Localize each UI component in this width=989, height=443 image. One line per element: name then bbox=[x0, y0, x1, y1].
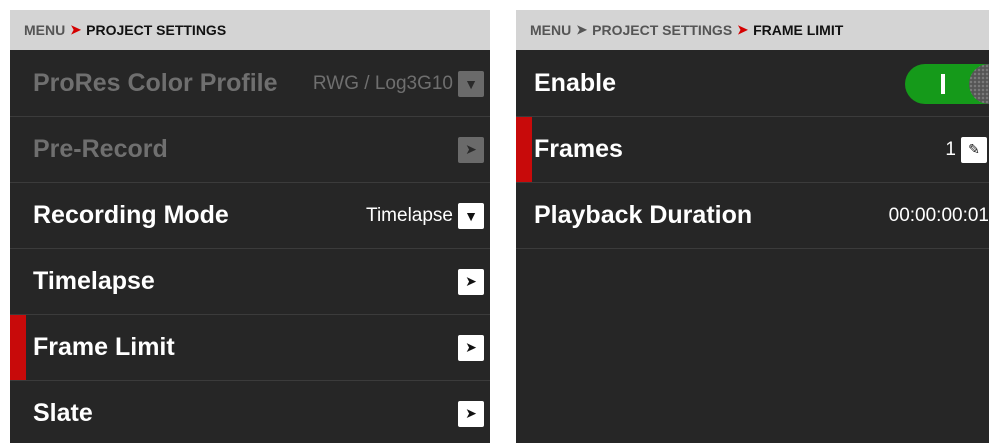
chevron-right-icon[interactable]: ➤ bbox=[458, 136, 484, 163]
breadcrumb: MENU ➤ PROJECT SETTINGS ➤ FRAME LIMIT bbox=[516, 10, 989, 50]
selection-indicator bbox=[516, 117, 532, 182]
frame-limit-panel: MENU ➤ PROJECT SETTINGS ➤ FRAME LIMIT En… bbox=[516, 10, 989, 443]
playback-duration-value: 00:00:00:01 bbox=[888, 204, 989, 226]
breadcrumb-menu[interactable]: MENU bbox=[530, 22, 571, 38]
menu-item-value: RWG / Log3G10 bbox=[312, 72, 453, 94]
breadcrumb-arrow-icon: ➤ bbox=[70, 22, 82, 37]
menu-item-pre-record[interactable]: Pre-Record ➤ bbox=[10, 117, 490, 183]
breadcrumb-arrow-icon: ➤ bbox=[576, 22, 588, 37]
frames-value: 1 bbox=[945, 138, 956, 160]
project-settings-panel: MENU ➤ PROJECT SETTINGS ProRes Color Pro… bbox=[10, 10, 490, 443]
menu-item-label: Pre-Record bbox=[33, 135, 168, 163]
pencil-icon[interactable]: ✎ bbox=[961, 136, 987, 163]
menu-item-label: Slate bbox=[33, 399, 93, 427]
menu-item-label: Timelapse bbox=[33, 267, 155, 295]
breadcrumb-arrow-icon: ➤ bbox=[737, 22, 749, 37]
chevron-down-icon[interactable]: ▼ bbox=[458, 70, 484, 97]
chevron-right-icon[interactable]: ➤ bbox=[458, 400, 484, 427]
menu-item-value: Timelapse bbox=[366, 204, 453, 226]
menu-item-recording-mode[interactable]: Recording Mode Timelapse ▼ bbox=[10, 183, 490, 249]
setting-frames[interactable]: Frames 1 ✎ bbox=[516, 117, 989, 183]
menu-item-label: Frame Limit bbox=[33, 333, 175, 361]
chevron-right-icon[interactable]: ➤ bbox=[458, 268, 484, 295]
toggle-knob bbox=[969, 63, 989, 104]
menu-item-label: ProRes Color Profile bbox=[33, 69, 278, 97]
breadcrumb-menu[interactable]: MENU bbox=[24, 22, 65, 38]
menu-item-frame-limit[interactable]: Frame Limit ➤ bbox=[10, 315, 490, 381]
setting-label: Playback Duration bbox=[534, 201, 753, 229]
menu-item-timelapse[interactable]: Timelapse ➤ bbox=[10, 249, 490, 315]
toggle-on-icon bbox=[941, 73, 945, 94]
menu-item-slate[interactable]: Slate ➤ bbox=[10, 381, 490, 443]
menu-item-label: Recording Mode bbox=[33, 201, 229, 229]
chevron-right-icon[interactable]: ➤ bbox=[458, 334, 484, 361]
breadcrumb: MENU ➤ PROJECT SETTINGS bbox=[10, 10, 490, 50]
breadcrumb-current: FRAME LIMIT bbox=[753, 22, 844, 38]
breadcrumb-project-settings[interactable]: PROJECT SETTINGS bbox=[592, 22, 732, 38]
selection-indicator bbox=[10, 315, 26, 380]
setting-label: Enable bbox=[534, 69, 616, 97]
enable-toggle[interactable] bbox=[905, 63, 989, 104]
menu-item-prores-color-profile[interactable]: ProRes Color Profile RWG / Log3G10 ▼ bbox=[10, 51, 490, 117]
setting-playback-duration: Playback Duration 00:00:00:01 bbox=[516, 183, 989, 249]
setting-label: Frames bbox=[534, 135, 623, 163]
setting-enable[interactable]: Enable bbox=[516, 51, 989, 117]
chevron-down-icon[interactable]: ▼ bbox=[458, 202, 484, 229]
breadcrumb-current: PROJECT SETTINGS bbox=[86, 22, 227, 38]
